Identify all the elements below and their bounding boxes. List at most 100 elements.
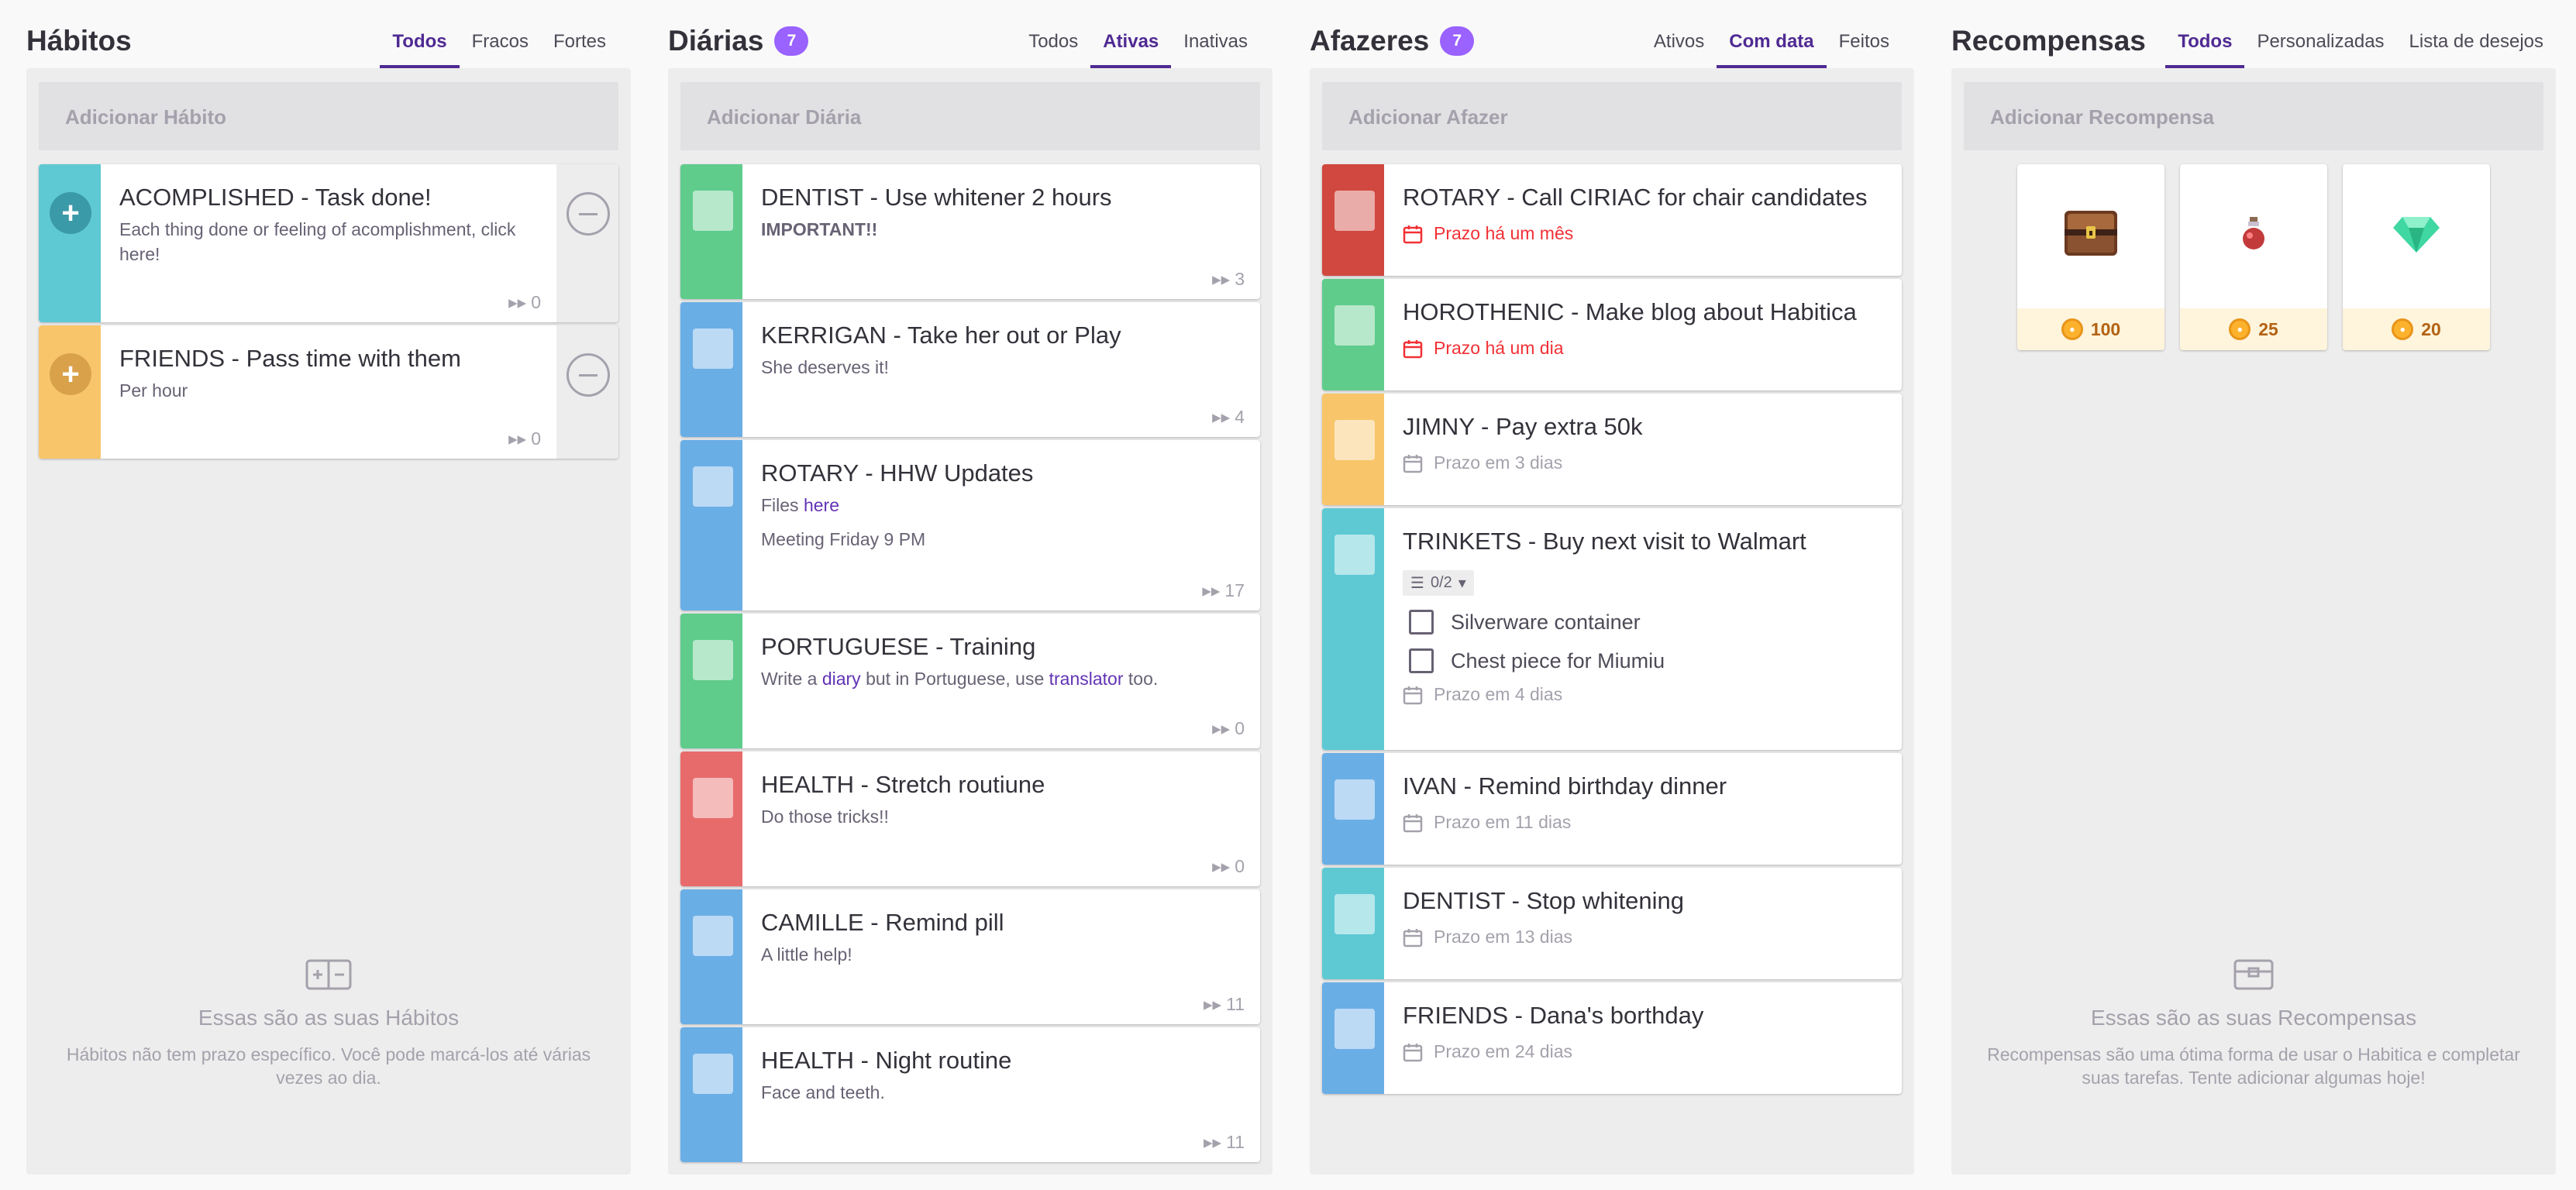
tab-todos-dated[interactable]: Com data <box>1717 22 1827 68</box>
todo-item[interactable]: FRIENDS - Dana's borthday Prazo em 24 di… <box>1322 982 1902 1094</box>
daily-checkbox[interactable] <box>693 191 733 231</box>
todo-checkbox[interactable] <box>1334 420 1375 460</box>
minus-button[interactable] <box>567 192 610 236</box>
checklist-checkbox[interactable] <box>1409 610 1434 635</box>
gold-coin-icon: ● <box>2061 318 2083 340</box>
daily-color-bar <box>680 1027 742 1162</box>
tab-habits-weak[interactable]: Fracos <box>460 22 541 68</box>
gold-coin-icon: ● <box>2229 318 2251 340</box>
todo-due-date: Prazo há um mês <box>1403 223 1883 244</box>
plus-button[interactable]: + <box>50 353 91 395</box>
todo-item[interactable]: TRINKETS - Buy next visit to Walmart ☰ 0… <box>1322 508 1902 750</box>
minus-button[interactable] <box>567 353 610 397</box>
habits-title-text: Hábitos <box>26 25 132 57</box>
daily-title: HEALTH - Stretch routiune <box>761 771 1045 798</box>
add-todo-input[interactable]: Adicionar Afazer <box>1322 82 1902 150</box>
daily-streak-count: 17 <box>1224 580 1245 600</box>
daily-streak-count: 3 <box>1235 269 1245 289</box>
todo-checkbox[interactable] <box>1334 535 1375 575</box>
daily-item[interactable]: HEALTH - Night routine Face and teeth. ▸… <box>680 1027 1260 1162</box>
todo-checkbox[interactable] <box>1334 779 1375 820</box>
checklist-item[interactable]: Silverware container <box>1409 610 1883 635</box>
daily-streak: ▸▸ 0 <box>1212 856 1245 877</box>
todo-checkbox[interactable] <box>1334 191 1375 231</box>
tab-rewards-custom[interactable]: Personalizadas <box>2244 22 2396 68</box>
checklist-checkbox[interactable] <box>1409 648 1434 673</box>
checklist-toggle[interactable]: ☰ 0/2 ▾ <box>1403 570 1474 596</box>
daily-item[interactable]: HEALTH - Stretch routiune Do those trick… <box>680 751 1260 886</box>
tab-todos-done[interactable]: Feitos <box>1827 22 1902 68</box>
daily-title: HEALTH - Night routine <box>761 1047 1012 1074</box>
todo-due-text: Prazo em 24 dias <box>1434 1041 1572 1061</box>
todo-checkbox[interactable] <box>1334 894 1375 934</box>
tab-rewards-wishlist[interactable]: Lista de desejos <box>2397 22 2556 68</box>
todo-due-text: Prazo em 13 dias <box>1434 927 1572 947</box>
tab-todos-active[interactable]: Ativos <box>1641 22 1717 68</box>
plus-button[interactable]: + <box>50 192 91 234</box>
daily-item[interactable]: DENTIST - Use whitener 2 hours IMPORTANT… <box>680 164 1260 299</box>
rewards-grid: ● 100 ● 25 ● 20 <box>1951 164 2556 350</box>
checklist-item[interactable]: Chest piece for Miumiu <box>1409 648 1883 673</box>
rewards-column: Recompensas Todos Personalizadas Lista d… <box>1951 0 2556 1175</box>
add-habit-input[interactable]: Adicionar Hábito <box>39 82 618 150</box>
dailies-tabs: Todos Ativas Inativas <box>1016 22 1260 68</box>
daily-notes-link[interactable]: here <box>804 495 839 515</box>
daily-color-bar <box>680 302 742 437</box>
fast-forward-icon: ▸▸ <box>508 292 527 312</box>
reward-item[interactable]: ● 100 <box>2017 164 2164 350</box>
daily-streak: ▸▸ 11 <box>1204 1132 1245 1153</box>
tab-habits-strong[interactable]: Fortes <box>541 22 618 68</box>
add-reward-input[interactable]: Adicionar Recompensa <box>1964 82 2543 150</box>
habits-tabs: Todos Fracos Fortes <box>380 22 618 68</box>
tab-dailies-all[interactable]: Todos <box>1016 22 1090 68</box>
todo-item[interactable]: ROTARY - Call CIRIAC for chair candidate… <box>1322 164 1902 276</box>
reward-item[interactable]: ● 25 <box>2180 164 2327 350</box>
health-potion-icon <box>2243 217 2264 249</box>
daily-item[interactable]: KERRIGAN - Take her out or Play She dese… <box>680 302 1260 437</box>
habit-streak: ▸▸ 0 <box>508 428 541 449</box>
daily-item[interactable]: PORTUGUESE - Training Write a diary but … <box>680 614 1260 748</box>
daily-checkbox[interactable] <box>693 466 733 507</box>
habits-empty-desc: Hábitos não tem prazo específico. Você p… <box>66 1044 591 1088</box>
todo-item[interactable]: HOROTHENIC - Make blog about Habitica Pr… <box>1322 279 1902 390</box>
tab-habits-all[interactable]: Todos <box>380 22 460 68</box>
habits-empty-state: Essas são as suas Hábitos Hábitos não te… <box>57 959 600 1089</box>
todo-checkbox[interactable] <box>1334 1009 1375 1049</box>
daily-streak-count: 11 <box>1226 1132 1245 1152</box>
reward-item[interactable]: ● 20 <box>2343 164 2490 350</box>
daily-notes-link[interactable]: translator <box>1049 669 1124 689</box>
dailies-column: Diárias 7 Todos Ativas Inativas Adiciona… <box>668 0 1273 1175</box>
todo-checkbox[interactable] <box>1334 305 1375 346</box>
daily-item[interactable]: CAMILLE - Remind pill A little help! ▸▸ … <box>680 889 1260 1024</box>
add-daily-input[interactable]: Adicionar Diária <box>680 82 1260 150</box>
habit-negative-area <box>556 164 618 322</box>
daily-item[interactable]: ROTARY - HHW Updates Files here Meeting … <box>680 440 1260 610</box>
tab-dailies-active[interactable]: Ativas <box>1090 22 1172 68</box>
todo-due-text: Prazo em 4 dias <box>1434 684 1563 704</box>
habits-title: Hábitos <box>26 25 132 57</box>
todo-color-bar <box>1322 279 1384 390</box>
daily-checkbox[interactable] <box>693 640 733 680</box>
rewards-empty-title: Essas são as suas Recompensas <box>2090 1006 2417 1030</box>
todo-color-bar <box>1322 508 1384 750</box>
daily-streak: ▸▸ 17 <box>1202 580 1245 601</box>
tab-rewards-all[interactable]: Todos <box>2165 22 2245 68</box>
tab-dailies-inactive[interactable]: Inativas <box>1171 22 1260 68</box>
daily-checkbox[interactable] <box>693 778 733 818</box>
daily-streak: ▸▸ 0 <box>1212 718 1245 739</box>
habit-item[interactable]: + ACOMPLISHED - Task done! Each thing do… <box>39 164 618 322</box>
daily-notes-link[interactable]: diary <box>822 669 861 689</box>
reward-price: ● 25 <box>2180 308 2327 350</box>
daily-checkbox[interactable] <box>693 1054 733 1094</box>
daily-streak: ▸▸ 3 <box>1212 269 1245 290</box>
todo-item[interactable]: IVAN - Remind birthday dinner Prazo em 1… <box>1322 753 1902 865</box>
fast-forward-icon: ▸▸ <box>1212 856 1231 876</box>
daily-checkbox[interactable] <box>693 328 733 369</box>
daily-checkbox[interactable] <box>693 916 733 956</box>
todo-item[interactable]: DENTIST - Stop whitening Prazo em 13 dia… <box>1322 868 1902 979</box>
fast-forward-icon: ▸▸ <box>1202 580 1221 600</box>
habit-item[interactable]: + FRIENDS - Pass time with them Per hour… <box>39 325 618 459</box>
rewards-header: Recompensas Todos Personalizadas Lista d… <box>1951 22 2556 68</box>
todo-item[interactable]: JIMNY - Pay extra 50k Prazo em 3 dias <box>1322 394 1902 505</box>
todos-column: Afazeres 7 Ativos Com data Feitos Adicio… <box>1310 0 1914 1175</box>
